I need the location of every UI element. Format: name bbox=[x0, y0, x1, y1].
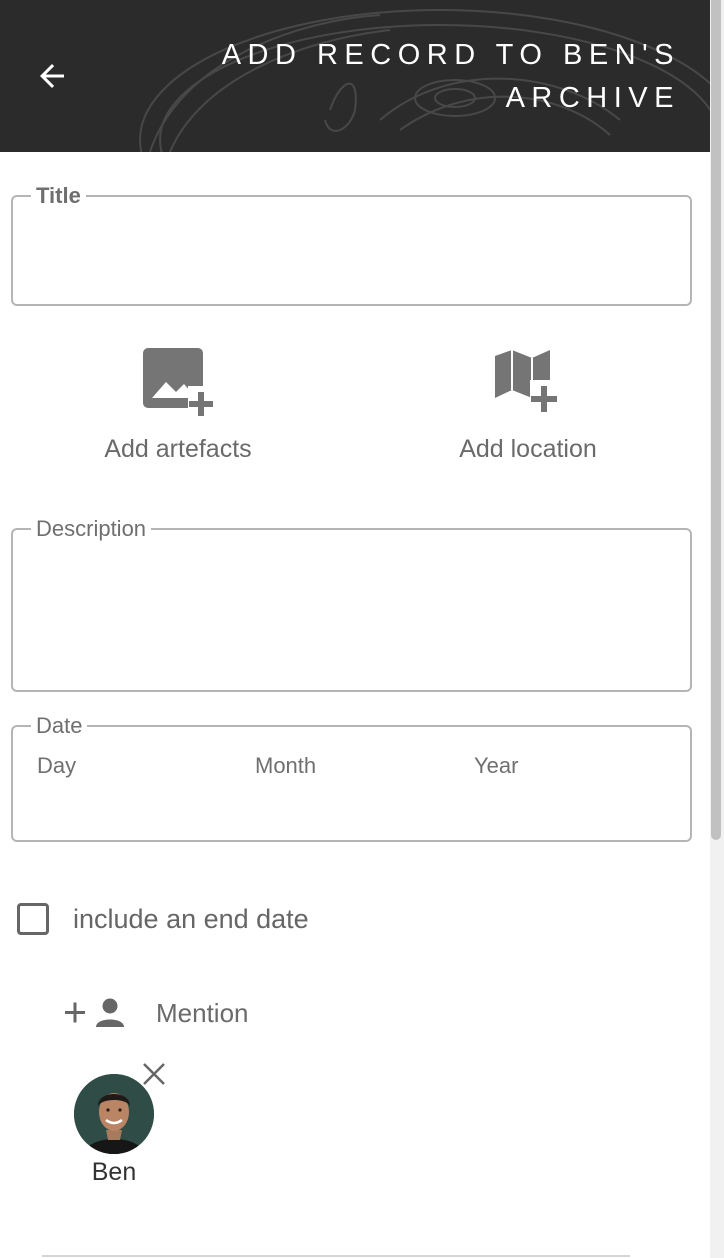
add-map-icon bbox=[495, 350, 560, 414]
end-date-label: include an end date bbox=[73, 903, 309, 934]
year-input[interactable]: Year bbox=[474, 753, 518, 779]
add-location-button[interactable]: Add location bbox=[418, 346, 638, 464]
arrow-left-icon bbox=[40, 64, 64, 88]
description-input[interactable] bbox=[13, 530, 690, 690]
end-date-checkbox[interactable] bbox=[17, 903, 49, 935]
mention-label: Mention bbox=[156, 997, 249, 1028]
add-artefacts-button[interactable]: Add artefacts bbox=[68, 346, 288, 464]
title-field[interactable]: Title bbox=[11, 183, 692, 306]
close-icon bbox=[143, 1063, 165, 1085]
scrollbar-thumb[interactable] bbox=[711, 0, 721, 840]
add-artefacts-label: Add artefacts bbox=[104, 435, 252, 463]
title-input[interactable] bbox=[13, 197, 690, 304]
add-person-icon bbox=[65, 998, 124, 1027]
divider bbox=[42, 1255, 630, 1257]
date-field: Date Day Month Year bbox=[11, 713, 692, 842]
date-field-label: Date bbox=[31, 713, 88, 739]
page-title: ADD RECORD TO BEN'S ARCHIVE bbox=[221, 39, 680, 114]
mention-button[interactable]: Mention bbox=[62, 995, 249, 1031]
back-button[interactable] bbox=[28, 52, 76, 100]
end-date-option: include an end date bbox=[17, 903, 309, 935]
remove-mention-button[interactable] bbox=[140, 1060, 168, 1088]
description-field[interactable]: Description bbox=[11, 516, 692, 692]
add-image-icon bbox=[143, 348, 216, 418]
app-header: ADD RECORD TO BEN'S ARCHIVE bbox=[0, 0, 710, 152]
month-input[interactable]: Month bbox=[255, 753, 316, 779]
day-input[interactable]: Day bbox=[37, 753, 76, 779]
add-location-label: Add location bbox=[459, 435, 597, 463]
person-name: Ben bbox=[91, 1158, 137, 1186]
